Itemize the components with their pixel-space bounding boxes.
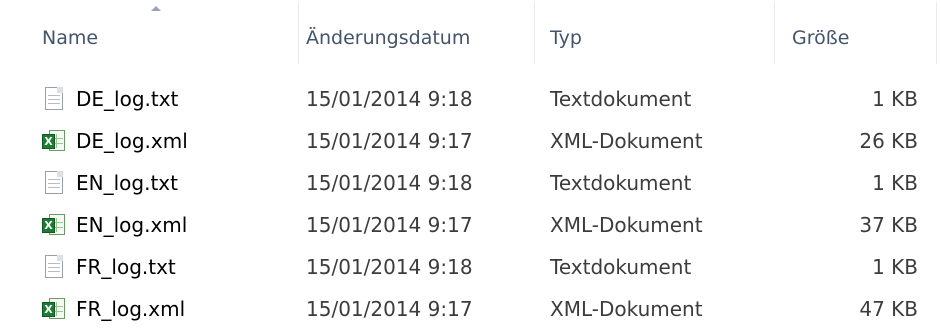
file-name-cell: X EN_log.xml	[42, 204, 298, 246]
file-name-cell: X DE_log.xml	[42, 120, 298, 162]
file-row[interactable]: FR_log.txt 15/01/2014 9:18 Textdokument …	[0, 246, 941, 288]
column-header-name-label: Name	[42, 27, 99, 49]
file-modified: 15/01/2014 9:18	[306, 171, 473, 195]
file-list-view: Name Änderungsdatum Typ Größe DE_log.txt…	[0, 0, 941, 336]
file-size: 1 KB	[872, 87, 918, 111]
file-size: 1 KB	[872, 255, 918, 279]
file-type: XML-Dokument	[550, 297, 703, 321]
file-modified: 15/01/2014 9:17	[306, 213, 473, 237]
column-divider[interactable]	[298, 2, 299, 64]
file-type: XML-Dokument	[550, 213, 703, 237]
column-header-row: Name Änderungsdatum Typ Größe	[0, 0, 941, 66]
file-type: Textdokument	[550, 87, 692, 111]
file-name-cell: EN_log.txt	[42, 162, 298, 204]
excel-xml-icon: X	[42, 296, 66, 322]
file-modified: 15/01/2014 9:18	[306, 255, 473, 279]
file-row[interactable]: X EN_log.xml 15/01/2014 9:17 XML-Dokumen…	[0, 204, 941, 246]
file-size: 47 KB	[859, 297, 918, 321]
column-header-size-label: Größe	[792, 27, 850, 49]
file-modified: 15/01/2014 9:17	[306, 129, 473, 153]
excel-xml-icon: X	[42, 128, 66, 154]
column-header-type-label: Typ	[550, 27, 582, 49]
file-size: 26 KB	[859, 129, 918, 153]
file-name: EN_log.xml	[76, 213, 188, 237]
file-modified: 15/01/2014 9:18	[306, 87, 473, 111]
file-row[interactable]: EN_log.txt 15/01/2014 9:18 Textdokument …	[0, 162, 941, 204]
text-document-icon	[42, 254, 66, 280]
file-type: XML-Dokument	[550, 129, 703, 153]
file-name-cell: X FR_log.xml	[42, 288, 298, 330]
file-type: Textdokument	[550, 171, 692, 195]
column-header-modified[interactable]: Änderungsdatum	[306, 0, 536, 66]
file-name: FR_log.xml	[76, 297, 186, 321]
file-size: 37 KB	[859, 213, 918, 237]
column-header-size[interactable]: Größe	[792, 0, 938, 66]
file-name: DE_log.xml	[76, 129, 188, 153]
file-size: 1 KB	[872, 171, 918, 195]
file-row[interactable]: X FR_log.xml 15/01/2014 9:17 XML-Dokumen…	[0, 288, 941, 330]
column-header-name[interactable]: Name	[42, 0, 300, 66]
excel-xml-icon: X	[42, 212, 66, 238]
column-divider[interactable]	[534, 2, 535, 64]
column-header-modified-label: Änderungsdatum	[306, 27, 471, 49]
file-name-cell: FR_log.txt	[42, 246, 298, 288]
file-rows: DE_log.txt 15/01/2014 9:18 Textdokument …	[0, 78, 941, 330]
file-modified: 15/01/2014 9:17	[306, 297, 473, 321]
file-name: FR_log.txt	[76, 255, 176, 279]
text-document-icon	[42, 86, 66, 112]
column-divider[interactable]	[936, 2, 937, 64]
file-row[interactable]: DE_log.txt 15/01/2014 9:18 Textdokument …	[0, 78, 941, 120]
file-name: DE_log.txt	[76, 87, 179, 111]
file-row[interactable]: X DE_log.xml 15/01/2014 9:17 XML-Dokumen…	[0, 120, 941, 162]
column-header-type[interactable]: Typ	[550, 0, 774, 66]
file-name: EN_log.txt	[76, 171, 178, 195]
file-type: Textdokument	[550, 255, 692, 279]
column-divider[interactable]	[774, 2, 775, 64]
text-document-icon	[42, 170, 66, 196]
file-name-cell: DE_log.txt	[42, 78, 298, 120]
